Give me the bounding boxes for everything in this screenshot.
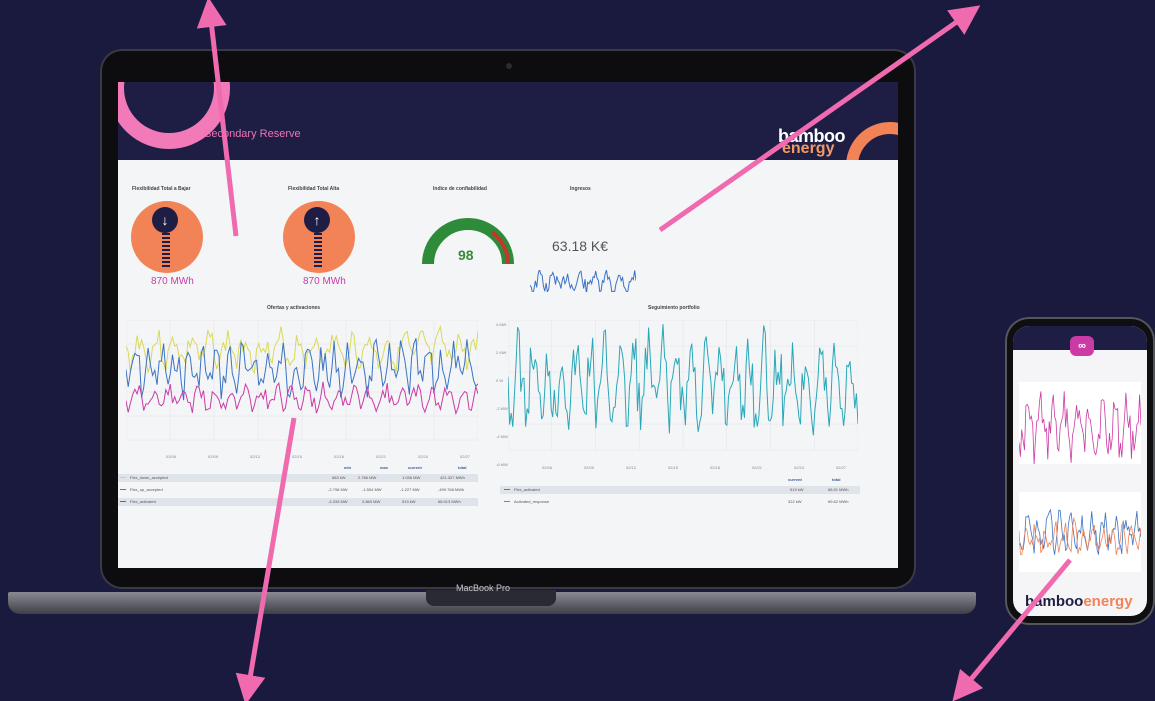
callout-arrows xyxy=(196,0,1072,701)
arrow-up-left xyxy=(196,0,239,237)
arrow-down-right xyxy=(952,558,1072,701)
promo-stage: Secondary Reserve bamboo energy Flexibil… xyxy=(0,0,1155,701)
arrow-down-left xyxy=(235,417,297,701)
arrow-up-right xyxy=(658,5,981,233)
